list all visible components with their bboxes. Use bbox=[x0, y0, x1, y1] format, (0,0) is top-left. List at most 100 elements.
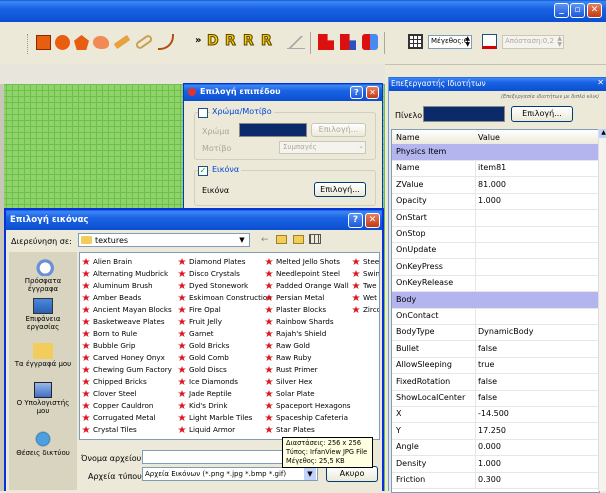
prop-value[interactable]: 17.250 bbox=[478, 426, 506, 435]
close-button[interactable]: ✕ bbox=[366, 86, 379, 99]
props-row[interactable]: OnKeyPress bbox=[392, 258, 599, 276]
file-item[interactable]: Disco Crystals bbox=[178, 268, 240, 279]
file-item[interactable]: Ice Diamonds bbox=[178, 376, 238, 387]
image-select-button[interactable]: Επιλογή... bbox=[314, 182, 366, 197]
props-row[interactable]: AllowSleeping true bbox=[392, 357, 599, 375]
file-item[interactable]: Clover Steel bbox=[82, 388, 137, 399]
image-checkbox[interactable]: ✓ bbox=[198, 166, 208, 176]
file-item[interactable]: Swin bbox=[352, 268, 379, 279]
places-documents[interactable]: Τα έγγραφά μου bbox=[11, 343, 75, 368]
up-folder-icon[interactable] bbox=[276, 235, 287, 244]
chevron-down-icon[interactable]: ⌄ bbox=[358, 142, 364, 150]
polygon-tool-icon[interactable] bbox=[74, 35, 89, 50]
level-select-button[interactable]: Επιλογή... bbox=[511, 106, 573, 122]
pencil-tool-icon[interactable] bbox=[113, 34, 131, 50]
file-item[interactable]: Corrugated Metal bbox=[82, 412, 156, 423]
file-item[interactable]: Kid's Drink bbox=[178, 400, 227, 411]
circle-tool-icon[interactable] bbox=[55, 35, 70, 50]
file-item[interactable]: Raw Gold bbox=[265, 340, 310, 351]
file-item[interactable]: Melted Jello Shots bbox=[265, 256, 340, 267]
spin-arrows-icon[interactable]: ▲ ▼ bbox=[557, 36, 562, 48]
blob-tool-icon[interactable] bbox=[93, 36, 109, 49]
props-scrollbar[interactable]: ▲ bbox=[598, 129, 606, 491]
help-button[interactable]: ? bbox=[348, 213, 363, 228]
chart-line-icon[interactable] bbox=[287, 36, 305, 49]
props-row[interactable]: OnKeyRelease bbox=[392, 275, 599, 293]
file-item[interactable]: Eskimoan Construction bbox=[178, 292, 272, 303]
props-section-row[interactable]: Body bbox=[392, 291, 599, 309]
scroll-up-icon[interactable]: ▲ bbox=[599, 129, 606, 138]
props-section-row[interactable]: Physics Item bbox=[392, 144, 599, 161]
props-row[interactable]: Y 17.250 bbox=[392, 422, 599, 440]
close-icon[interactable]: ✕ bbox=[597, 78, 604, 87]
file-item[interactable]: Silver Hex bbox=[265, 376, 312, 387]
file-item[interactable]: Gold Discs bbox=[178, 364, 227, 375]
file-item[interactable]: Alien Brain bbox=[82, 256, 132, 267]
places-desktop[interactable]: Επιφάνεια εργασίας bbox=[11, 298, 75, 331]
file-item[interactable]: Padded Orange Wall bbox=[265, 280, 349, 291]
look-in-select[interactable]: textures ▼ bbox=[78, 233, 250, 247]
spin-arrows-icon[interactable]: ▲ ▼ bbox=[465, 36, 470, 48]
places-recent[interactable]: Πρόσφατα έγγραφα bbox=[11, 256, 75, 293]
props-row[interactable]: OnUpdate bbox=[392, 242, 599, 260]
places-network[interactable]: Θέσεις δικτύου bbox=[11, 430, 75, 457]
file-item[interactable]: Aluminum Brush bbox=[82, 280, 153, 291]
file-item[interactable]: Rajah's Shield bbox=[265, 328, 326, 339]
minimize-button[interactable]: _ bbox=[554, 3, 569, 18]
toolbar-more-chevron[interactable]: » bbox=[195, 35, 201, 46]
file-item[interactable]: Zirco bbox=[352, 304, 379, 315]
file-item[interactable]: Ancient Mayan Blocks bbox=[82, 304, 172, 315]
file-item[interactable]: Jade Reptile bbox=[178, 388, 232, 399]
prop-value[interactable]: false bbox=[478, 344, 497, 353]
file-item[interactable]: Crystal Tiles bbox=[82, 424, 137, 435]
prop-value[interactable]: false bbox=[478, 393, 497, 402]
file-item[interactable]: Dyed Stonework bbox=[178, 280, 248, 291]
grid-size-spinbox[interactable]: Μέγεθος:6 ▲ ▼ bbox=[428, 35, 472, 49]
close-button[interactable]: ✕ bbox=[587, 3, 602, 18]
prop-value[interactable]: true bbox=[478, 360, 494, 369]
prop-value[interactable]: item81 bbox=[478, 163, 506, 172]
file-item[interactable]: Bubble Grip bbox=[82, 340, 135, 351]
chain-tool-icon[interactable] bbox=[134, 33, 154, 51]
file-item[interactable]: Needlepoint Steel bbox=[265, 268, 340, 279]
prop-value[interactable]: 1.000 bbox=[478, 459, 501, 468]
file-item[interactable]: Gold Bricks bbox=[178, 340, 230, 351]
props-row[interactable]: OnContact bbox=[392, 308, 599, 325]
prop-value[interactable]: 0.000 bbox=[478, 442, 501, 451]
file-item[interactable]: Amber Beads bbox=[82, 292, 141, 303]
file-item[interactable]: Basketweave Plates bbox=[82, 316, 165, 327]
view-menu-icon[interactable] bbox=[309, 234, 321, 244]
prop-value[interactable]: false bbox=[478, 377, 497, 386]
file-item[interactable]: Twe bbox=[352, 280, 377, 291]
chevron-down-icon[interactable]: ▼ bbox=[304, 468, 316, 480]
props-row[interactable]: X -14.500 bbox=[392, 406, 599, 424]
file-item[interactable]: Chewing Gum Factory bbox=[82, 364, 172, 375]
props-row[interactable]: Name item81 bbox=[392, 160, 599, 178]
color-swatch[interactable] bbox=[239, 123, 307, 137]
file-item[interactable]: Carved Honey Onyx bbox=[82, 352, 165, 363]
snap-checkbox[interactable] bbox=[482, 34, 497, 49]
back-icon[interactable]: ← bbox=[261, 235, 269, 245]
file-item[interactable]: Liquid Armor bbox=[178, 424, 235, 435]
props-row[interactable]: Angle 0.000 bbox=[392, 439, 599, 457]
snap-distance-spinbox[interactable]: Απόσταση:0,2 ▲ ▼ bbox=[502, 35, 564, 49]
color-pattern-checkbox[interactable] bbox=[198, 108, 208, 118]
file-item[interactable]: Garnet bbox=[178, 328, 214, 339]
file-item[interactable]: Light Marble Tiles bbox=[178, 412, 252, 423]
props-row[interactable]: BodyType DynamicBody bbox=[392, 324, 599, 342]
file-item[interactable]: Gold Comb bbox=[178, 352, 229, 363]
letter-r-button[interactable]: R bbox=[225, 33, 237, 50]
help-button[interactable]: ? bbox=[350, 86, 363, 99]
shape-red-icon[interactable] bbox=[318, 34, 334, 50]
file-item[interactable]: Alternating Mudbrick bbox=[82, 268, 168, 279]
level-color-swatch[interactable] bbox=[423, 106, 505, 122]
file-item[interactable]: Fire Opal bbox=[178, 304, 221, 315]
cancel-button[interactable]: Ακυρο bbox=[326, 466, 378, 482]
file-item[interactable]: Persian Metal bbox=[265, 292, 324, 303]
close-button[interactable]: ✕ bbox=[365, 213, 380, 228]
file-item[interactable]: Rust Primer bbox=[265, 364, 318, 375]
file-item[interactable]: Raw Ruby bbox=[265, 352, 311, 363]
prop-value[interactable]: DynamicBody bbox=[478, 327, 533, 336]
props-row[interactable]: ShowLocalCenter false bbox=[392, 390, 599, 407]
color-select-button[interactable]: Επιλογή... bbox=[311, 123, 366, 137]
